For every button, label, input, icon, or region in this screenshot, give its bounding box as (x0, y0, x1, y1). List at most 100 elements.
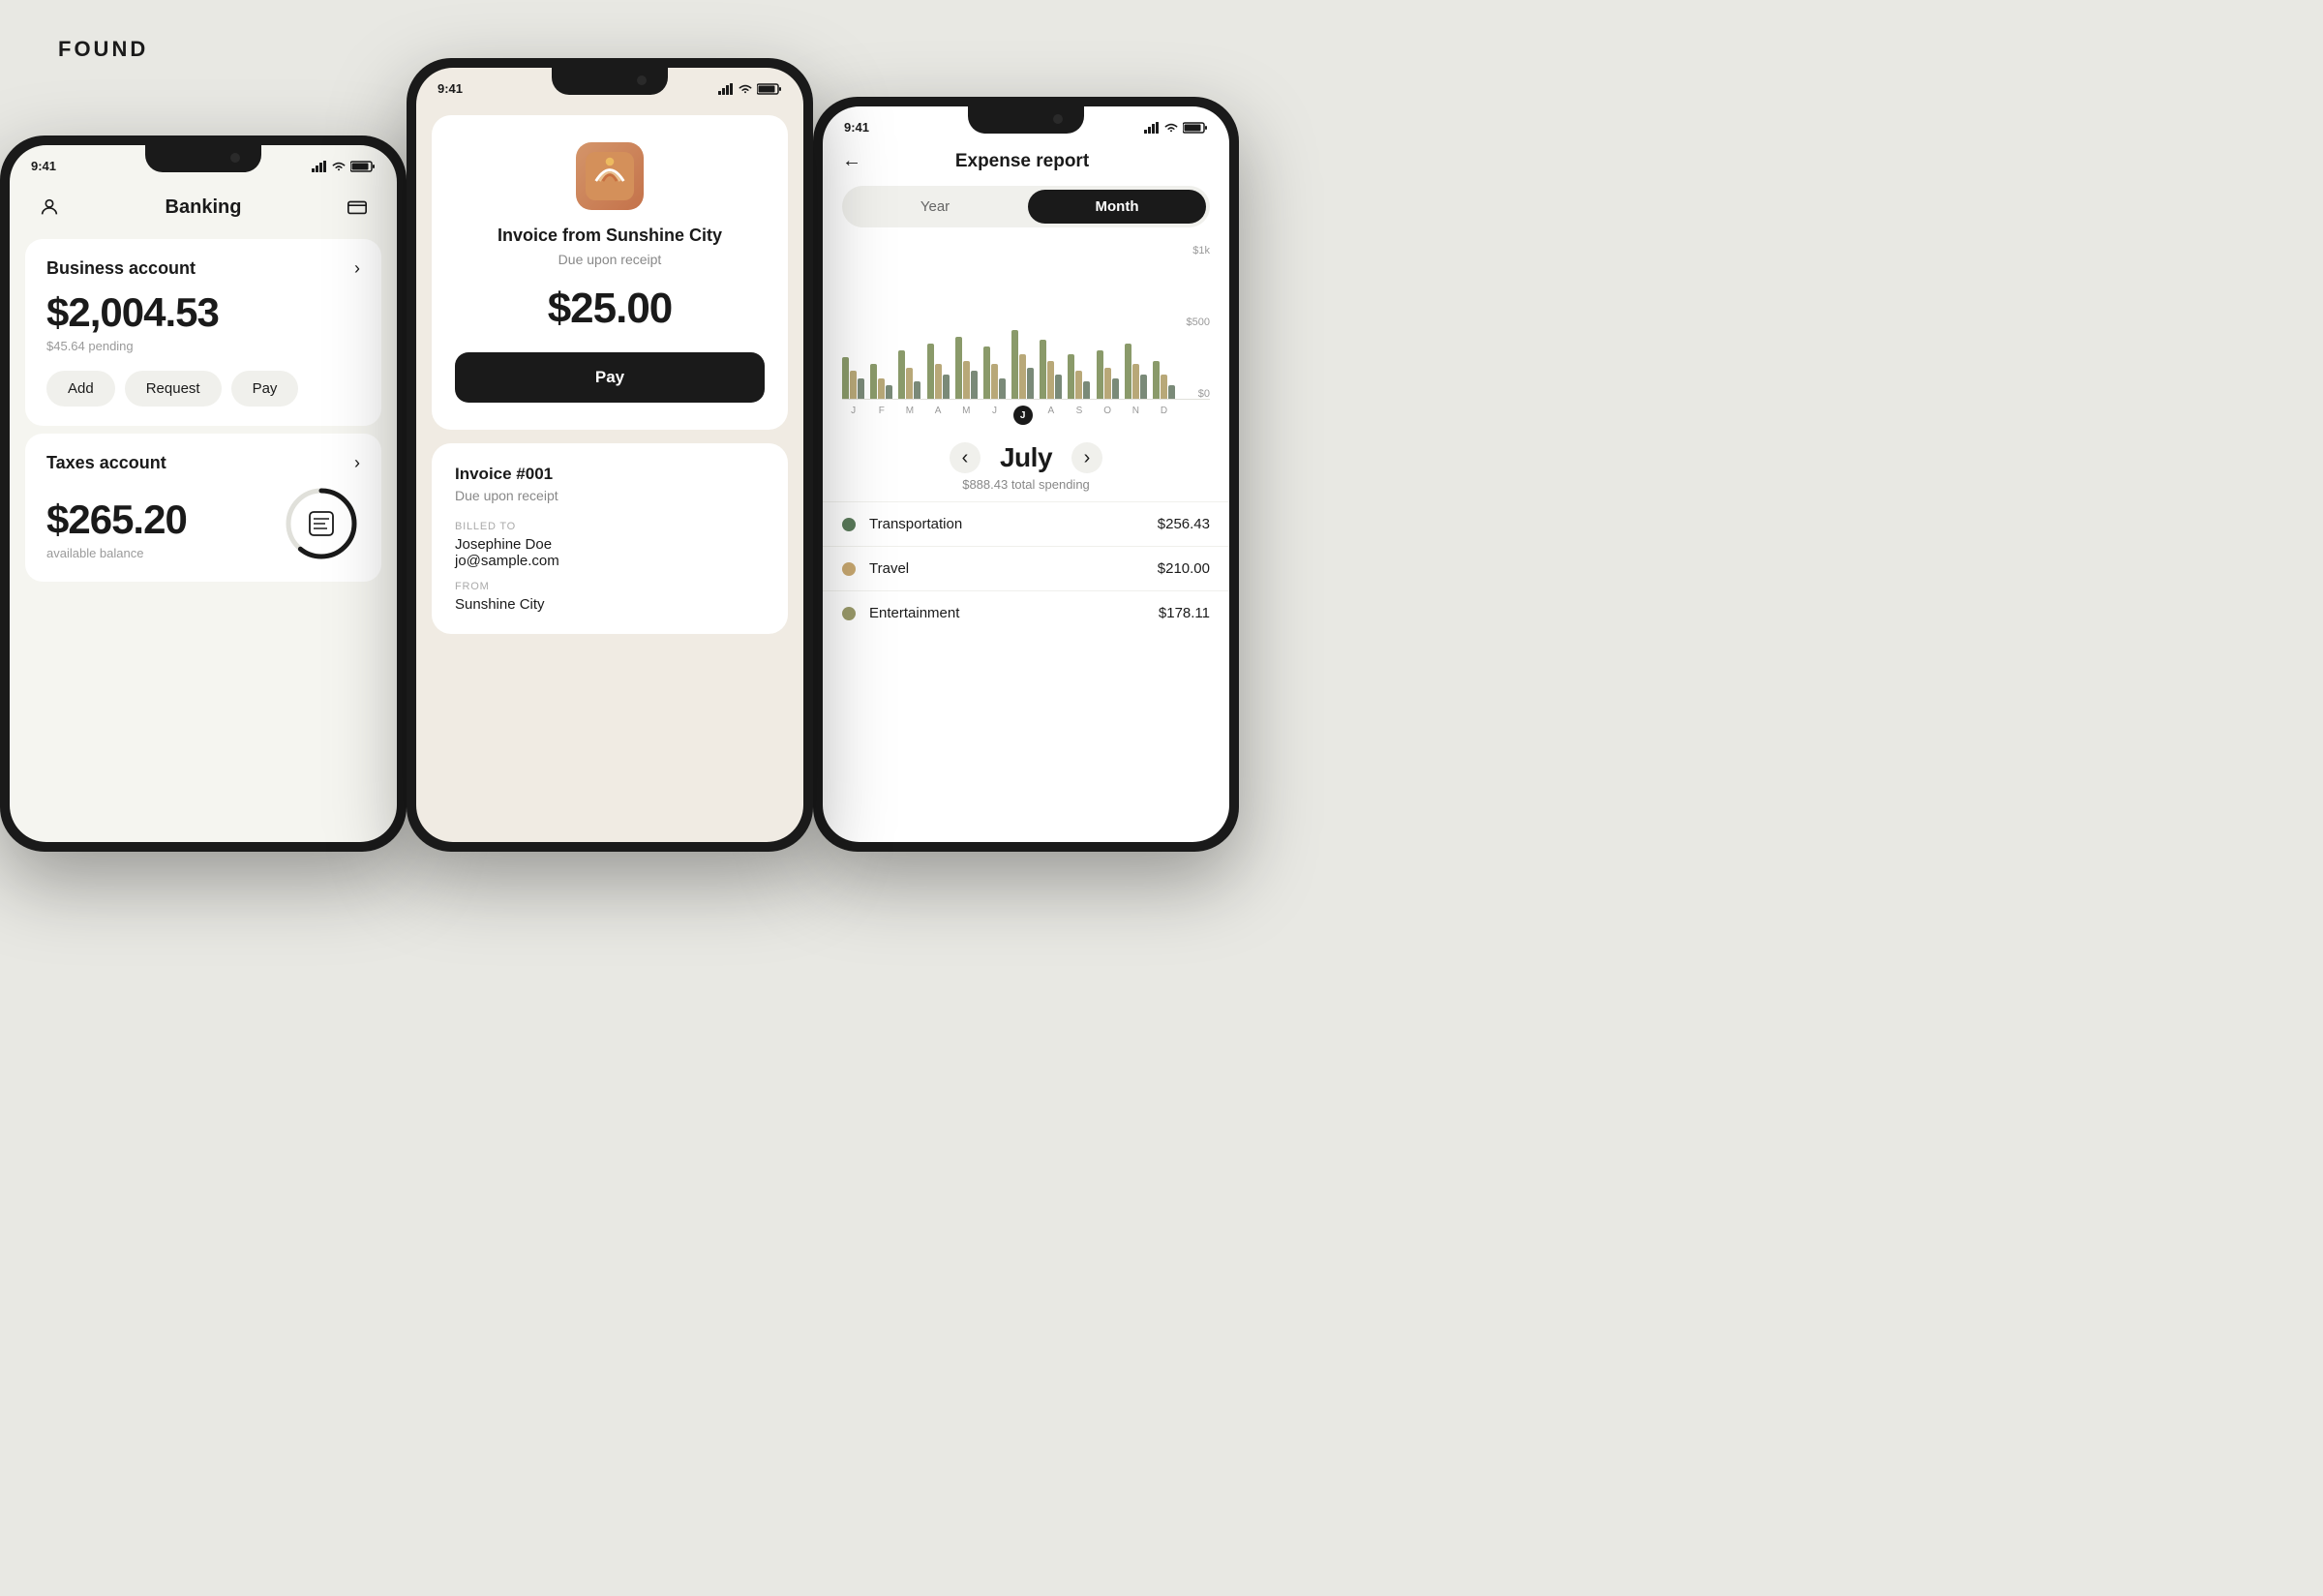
taxes-account-chevron[interactable]: › (354, 453, 360, 473)
expense-category-row: Entertainment$178.11 (823, 590, 1229, 635)
chart-x-label: A (1040, 406, 1062, 425)
card-icon[interactable] (341, 191, 374, 224)
category-name: Entertainment (869, 605, 1159, 621)
wifi-icon-3 (1163, 122, 1179, 134)
billed-to-label: BILLED TO (455, 521, 765, 532)
month-total: $888.43 total spending (823, 477, 1229, 492)
invoice-detail-card: Invoice #001 Due upon receipt BILLED TO … (432, 443, 788, 634)
bar-segment (1047, 361, 1054, 399)
phone-invoice: 9:41 (407, 58, 813, 852)
chart-bars (842, 245, 1210, 400)
bar-segment (1104, 368, 1111, 399)
invoice-due: Due upon receipt (455, 252, 765, 267)
chart-x-label: M (898, 406, 920, 425)
bar-segment (1083, 381, 1090, 399)
bar-segment (906, 368, 913, 399)
status-icons-2 (718, 83, 782, 95)
business-account-balance: $2,004.53 (46, 290, 360, 335)
invoice-company-name: Invoice from Sunshine City (455, 226, 765, 246)
taxes-account-available: available balance (46, 546, 187, 560)
period-toggle: Year Month (842, 186, 1210, 227)
notch-camera-2 (637, 75, 647, 85)
signal-icon-2 (718, 83, 734, 95)
chart-x-label: A (927, 406, 950, 425)
battery-icon (350, 161, 376, 172)
bar-segment (999, 378, 1006, 399)
bar-segment (955, 337, 962, 399)
bar-segment (1011, 330, 1018, 399)
battery-icon-2 (757, 83, 782, 95)
bar-segment (971, 371, 978, 399)
bar-segment (1153, 361, 1160, 399)
bar-group (1068, 354, 1090, 399)
bar-segment (858, 378, 864, 399)
bar-group (870, 364, 892, 399)
taxes-account-card: Taxes account › $265.20 available balanc… (25, 434, 381, 582)
bar-segment (927, 344, 934, 399)
billed-to-name: Josephine Doe (455, 536, 765, 553)
business-account-chevron[interactable]: › (354, 258, 360, 279)
chart-x-label: J (842, 406, 864, 425)
bar-group (927, 344, 950, 399)
taxes-account-balance: $265.20 (46, 497, 187, 542)
bar-segment (943, 375, 950, 399)
notch-camera-3 (1053, 114, 1063, 124)
bar-segment (1075, 371, 1082, 399)
category-name: Travel (869, 560, 1158, 577)
expense-category-row: Travel$210.00 (823, 546, 1229, 590)
bar-segment (1019, 354, 1026, 399)
profile-icon[interactable] (33, 191, 66, 224)
back-button[interactable]: ← (842, 150, 861, 172)
category-amount: $256.43 (1158, 516, 1210, 532)
phone-expense: 9:41 (813, 97, 1239, 852)
prev-month-button[interactable]: ‹ (950, 442, 980, 473)
chart-y-label-500: $500 (1187, 316, 1210, 328)
bar-segment (963, 361, 970, 399)
invoice-pay-button[interactable]: Pay (455, 352, 765, 403)
notch-3 (968, 106, 1084, 134)
bar-segment (935, 364, 942, 399)
month-button[interactable]: Month (1028, 190, 1206, 224)
next-month-button[interactable]: › (1071, 442, 1102, 473)
business-account-buttons: Add Request Pay (46, 371, 360, 407)
app-logo: FOUND (58, 37, 148, 62)
invoice-number: Invoice #001 (455, 465, 765, 484)
chart-x-labels: JFMAMJJASOND (842, 400, 1210, 425)
bar-group (1097, 350, 1119, 399)
add-button[interactable]: Add (46, 371, 115, 407)
signal-icon (312, 161, 327, 172)
bar-segment (886, 385, 892, 399)
chart-x-label: O (1097, 406, 1119, 425)
bar-segment (914, 381, 920, 399)
banking-header: Banking (10, 179, 397, 231)
bar-segment (1140, 375, 1147, 399)
invoice-logo (576, 142, 644, 210)
chart-x-label: J (1011, 406, 1034, 425)
year-button[interactable]: Year (846, 190, 1024, 224)
notch-2 (552, 68, 668, 95)
chart-x-label: F (870, 406, 892, 425)
request-button[interactable]: Request (125, 371, 222, 407)
bar-segment (842, 357, 849, 399)
chart-x-label: M (955, 406, 978, 425)
invoice-main-card: Invoice from Sunshine City Due upon rece… (432, 115, 788, 430)
business-account-name: Business account (46, 258, 196, 279)
chart-y-label-0: $0 (1187, 388, 1210, 400)
banking-title: Banking (66, 196, 341, 219)
signal-icon-3 (1144, 122, 1160, 134)
taxes-progress-circle (283, 485, 360, 562)
bar-group (898, 350, 920, 399)
expense-category-row: Transportation$256.43 (823, 501, 1229, 546)
category-dot (842, 607, 856, 620)
pay-button[interactable]: Pay (231, 371, 299, 407)
status-icons-3 (1144, 122, 1208, 134)
bar-group (1125, 344, 1147, 399)
bar-segment (1040, 340, 1046, 399)
expense-chart: $1k $500 $0 JFMAMJJASOND (823, 235, 1229, 429)
bar-segment (1068, 354, 1074, 399)
category-name: Transportation (869, 516, 1158, 532)
expense-header: ← Expense report (823, 140, 1229, 178)
bar-segment (991, 364, 998, 399)
bar-segment (983, 346, 990, 399)
bar-segment (1132, 364, 1139, 399)
